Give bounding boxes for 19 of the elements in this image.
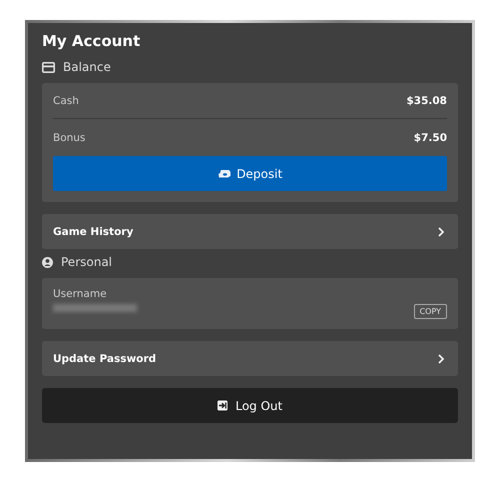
chevron-right-icon	[438, 354, 444, 364]
page-title: My Account	[42, 32, 142, 52]
balance-value: $35.08	[406, 95, 447, 107]
logout-button[interactable]: Log Out	[42, 388, 458, 423]
logout-icon	[217, 400, 228, 411]
card-icon	[42, 62, 55, 72]
update-password-button[interactable]: Update Password	[42, 341, 458, 376]
section-heading: Balance	[63, 60, 111, 74]
chevron-right-icon	[438, 226, 444, 236]
cash-icon	[218, 169, 231, 178]
username-label: Username	[53, 288, 108, 300]
balance-label: Cash	[53, 95, 79, 107]
balance-label: Bonus	[53, 132, 86, 144]
balance-value: $7.50	[414, 132, 447, 144]
user-icon	[42, 256, 53, 268]
game-history-button[interactable]: Game History	[42, 214, 458, 249]
copy-button[interactable]: COPY	[414, 304, 447, 319]
deposit-button[interactable]: Deposit	[53, 156, 447, 191]
section-heading: Personal	[61, 255, 112, 269]
